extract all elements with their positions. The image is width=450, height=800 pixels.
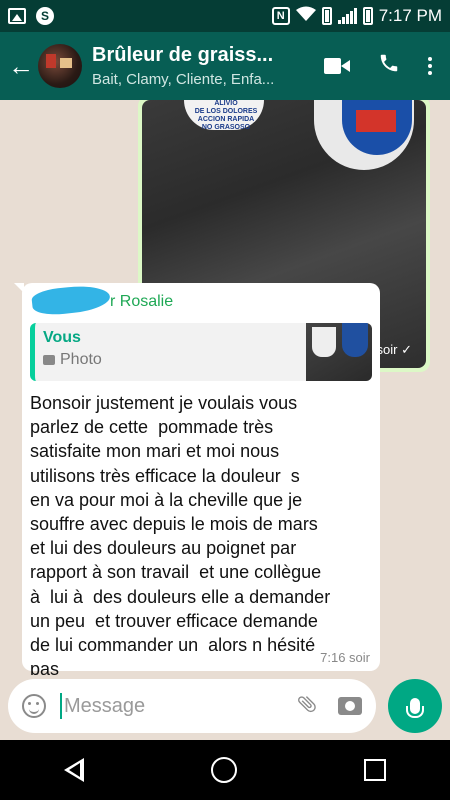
chat-info[interactable]: Brûleur de graiss... Bait, Clamy, Client… bbox=[92, 44, 292, 88]
message-timestamp: 7:16 soir bbox=[320, 650, 370, 665]
redacted-name-scribble bbox=[30, 282, 112, 318]
attach-icon[interactable] bbox=[291, 688, 326, 723]
chat-participants: Bait, Clamy, Cliente, Enfa... bbox=[92, 71, 275, 88]
photo-icon bbox=[43, 355, 55, 365]
clock: 7:17 PM bbox=[378, 6, 442, 25]
quoted-reply[interactable]: Vous Photo bbox=[30, 323, 372, 381]
product-label: ALIVIO DE LOS DOLORES ACCION RAPIDA NO G… bbox=[194, 100, 258, 131]
quote-thumbnail bbox=[306, 323, 372, 381]
battery-saver-icon bbox=[321, 7, 332, 25]
sender-name: r Rosalie bbox=[110, 293, 174, 310]
camera-icon[interactable] bbox=[338, 697, 362, 715]
message-body: Bonsoir justement je voulais vous parlez… bbox=[30, 393, 331, 675]
wifi-icon bbox=[295, 6, 316, 27]
message-input-container[interactable] bbox=[8, 679, 376, 733]
group-avatar[interactable] bbox=[38, 44, 82, 88]
chat-title: Brûleur de graiss... bbox=[92, 44, 274, 66]
quote-author: Vous bbox=[43, 329, 81, 346]
text-cursor bbox=[60, 693, 62, 719]
home-nav-icon[interactable] bbox=[210, 757, 237, 783]
message-input[interactable] bbox=[64, 694, 264, 718]
recent-apps-icon[interactable] bbox=[364, 759, 387, 781]
signal-icon bbox=[337, 8, 357, 24]
status-bar: S N 7:17 PM bbox=[0, 0, 450, 32]
voice-call-icon[interactable] bbox=[378, 52, 400, 80]
more-options-icon[interactable] bbox=[428, 57, 432, 75]
emoji-icon[interactable] bbox=[22, 694, 46, 718]
chat-header: ← Brûleur de graiss... Bait, Clamy, Clie… bbox=[0, 32, 450, 100]
shazam-icon: S bbox=[36, 7, 54, 25]
system-nav-bar bbox=[0, 740, 450, 800]
quote-type-label: Photo bbox=[60, 351, 102, 368]
voice-record-button[interactable] bbox=[388, 679, 442, 733]
compose-bar bbox=[0, 675, 450, 738]
microphone-icon bbox=[406, 698, 424, 718]
chat-area[interactable]: ALIVIO DE LOS DOLORES ACCION RAPIDA NO G… bbox=[0, 100, 450, 675]
back-nav-icon[interactable] bbox=[63, 758, 84, 782]
nfc-icon: N bbox=[271, 7, 290, 25]
battery-icon bbox=[362, 7, 373, 25]
incoming-text-message[interactable]: r Rosalie Vous Photo Bonsoir justement j… bbox=[14, 282, 380, 675]
video-call-icon[interactable] bbox=[324, 58, 350, 74]
gallery-notification-icon bbox=[8, 8, 26, 24]
back-arrow-icon[interactable]: ← bbox=[6, 51, 36, 82]
